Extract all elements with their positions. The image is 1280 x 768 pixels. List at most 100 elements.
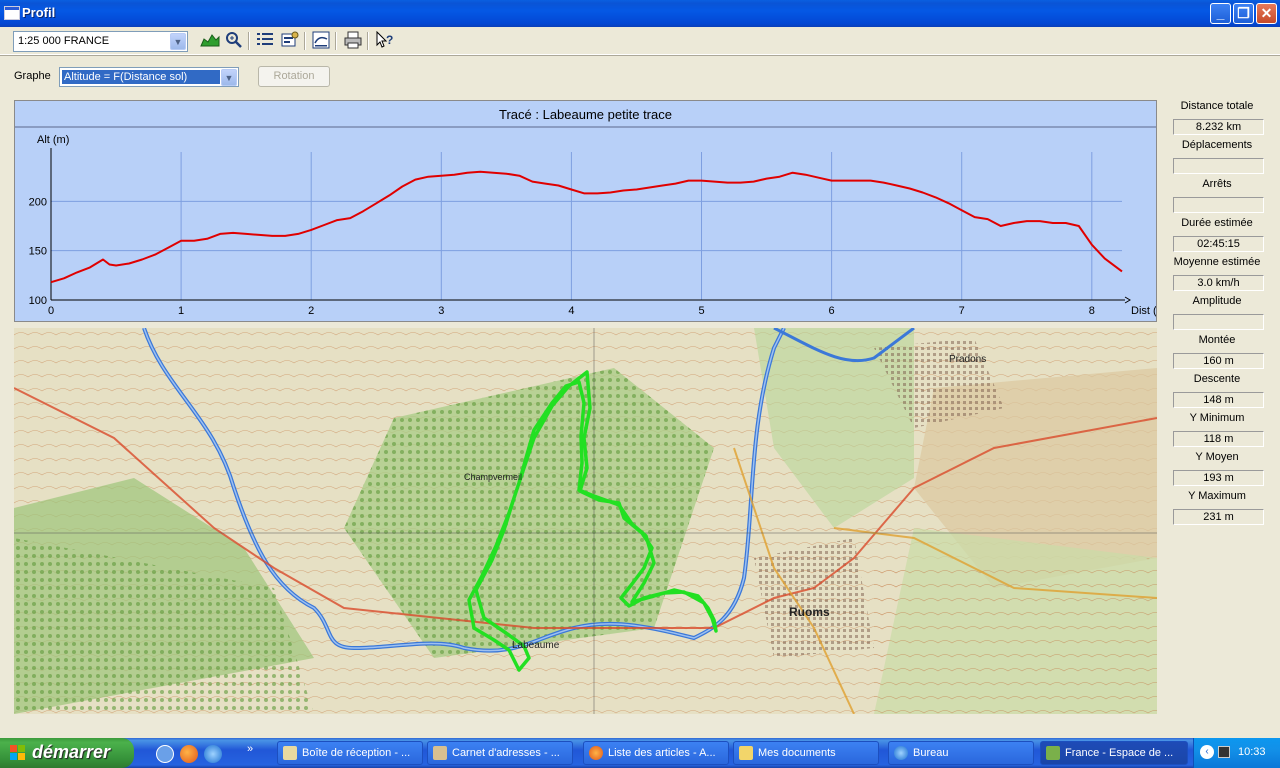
stat-value-montee: 160 m [1173, 353, 1264, 369]
toolbar: 1:25 000 FRANCE ▼ ? [0, 27, 1280, 55]
stat-value-ymax: 231 m [1173, 509, 1264, 525]
folder-icon [739, 746, 753, 760]
firefox-icon[interactable] [180, 745, 198, 763]
x-tick-label: 0 [48, 305, 54, 317]
stat-label-descente: Descente [1193, 373, 1241, 385]
y-tick-label: 200 [29, 196, 47, 208]
map-label-pradons: Pradons [949, 354, 986, 365]
maximize-button[interactable]: ❐ [1233, 3, 1254, 24]
stat-label-distance: Distance totale [1180, 100, 1254, 112]
task-addressbook[interactable]: Carnet d'adresses - ... [427, 741, 573, 765]
stat-value-moyenne: 3.0 km/h [1173, 275, 1264, 291]
toolbar-separator [367, 32, 369, 50]
x-tick-label: 1 [178, 305, 184, 317]
stat-value-ymoyen: 193 m [1173, 470, 1264, 486]
task-label: Boîte de réception - ... [302, 747, 411, 759]
y-tick-label: 100 [29, 295, 47, 307]
window-icon [4, 6, 20, 20]
x-tick-label: 6 [829, 305, 835, 317]
stat-label-moyenne: Moyenne estimée [1173, 256, 1261, 268]
task-label: Mes documents [758, 747, 836, 759]
map-label-labeaume: Labeaume [512, 640, 560, 651]
task-label: Liste des articles - A... [608, 747, 716, 759]
addressbook-icon [433, 746, 447, 760]
windows-flag-icon [10, 745, 25, 760]
x-tick-label: 4 [568, 305, 574, 317]
stat-label-deplacements: Déplacements [1181, 139, 1253, 151]
stat-label-duree: Durée estimée [1181, 217, 1253, 229]
profile-chart-icon[interactable] [199, 31, 221, 51]
map-canvas: Labeaume Ruoms Pradons Champvermeil [14, 328, 1157, 714]
start-label: démarrer [32, 742, 111, 762]
stat-value-descente: 148 m [1173, 392, 1264, 408]
chevron-down-icon[interactable]: ▼ [221, 69, 237, 86]
stat-value-amplitude [1173, 314, 1264, 330]
task-documents[interactable]: Mes documents [733, 741, 879, 765]
profile-chart: Tracé : Labeaume petite trace 0 1 2 3 4 5 6 7 8 1… [14, 100, 1157, 322]
chevron-right-icon[interactable]: » [247, 743, 253, 755]
ie-icon[interactable] [204, 745, 222, 763]
graphe-label: Graphe [14, 70, 51, 82]
stat-label-ymax: Y Maximum [1188, 490, 1246, 502]
task-label: Bureau [913, 747, 949, 759]
print-icon[interactable] [342, 31, 364, 51]
close-button[interactable]: ✕ [1256, 3, 1277, 24]
map-label-ruoms: Ruoms [789, 605, 830, 619]
scale-select[interactable]: 1:25 000 FRANCE ▼ [13, 31, 188, 52]
mail-icon [283, 746, 297, 760]
stat-value-distance: 8.232 km [1173, 119, 1264, 135]
x-axis-arrow [1124, 296, 1131, 304]
graphe-select[interactable]: Altitude = F(Distance sol) ▼ [59, 67, 239, 87]
zoom-icon[interactable] [223, 31, 245, 51]
toolbar-separator [335, 32, 337, 50]
x-tick-label: 3 [438, 305, 444, 317]
stat-label-arrets: Arrêts [1202, 178, 1232, 190]
x-tick-label: 2 [308, 305, 314, 317]
properties-icon[interactable] [279, 31, 301, 51]
task-map-app[interactable]: France - Espace de ... [1040, 741, 1188, 765]
x-tick-label: 5 [698, 305, 704, 317]
toolbar-separator [304, 32, 306, 50]
x-tick-label: 8 [1089, 305, 1095, 317]
tray-app-icon[interactable] [1218, 746, 1230, 758]
graphe-select-value: Altitude = F(Distance sol) [62, 70, 220, 84]
y-axis-label: Alt (m) [37, 134, 69, 146]
firefox-icon [589, 746, 603, 760]
map-app-icon [1046, 746, 1060, 760]
ie-icon [894, 746, 908, 760]
taskbar: démarrer » Boîte de réception - ... Carn… [0, 738, 1280, 768]
chart-plot: 0 1 2 3 4 5 6 7 8 100 150 200 Dist (km) Alt (m) [29, 134, 1156, 317]
scale-select-value: 1:25 000 FRANCE [18, 35, 110, 47]
window-title: Profil [22, 5, 56, 20]
stat-label-ymoyen: Y Moyen [1195, 451, 1239, 463]
task-firefox[interactable]: Liste des articles - A... [583, 741, 729, 765]
stat-label-ymin: Y Minimum [1189, 412, 1245, 424]
stat-value-ymin: 118 m [1173, 431, 1264, 447]
task-bureau[interactable]: Bureau [888, 741, 1034, 765]
x-tick-label: 7 [959, 305, 965, 317]
stat-label-montee: Montée [1198, 334, 1236, 346]
task-label: Carnet d'adresses - ... [452, 747, 560, 759]
export-icon[interactable] [310, 31, 332, 51]
map-label-champvermeil: Champvermeil [464, 472, 522, 482]
start-button[interactable]: démarrer [0, 738, 134, 768]
stat-value-arrets [1173, 197, 1264, 213]
x-axis-label: Dist (km) [1131, 305, 1156, 317]
topo-map[interactable]: Labeaume Ruoms Pradons Champvermeil [14, 328, 1157, 714]
list-icon[interactable] [254, 31, 276, 51]
help-icon[interactable]: ? [374, 30, 396, 51]
task-inbox[interactable]: Boîte de réception - ... [277, 741, 423, 765]
chevron-down-icon[interactable]: ▼ [170, 33, 186, 50]
task-label: France - Espace de ... [1065, 747, 1174, 759]
stat-label-amplitude: Amplitude [1192, 295, 1242, 307]
toolbar-separator [248, 32, 250, 50]
clock: 10:33 [1238, 746, 1266, 758]
chevron-left-icon[interactable]: ‹ [1200, 745, 1214, 759]
minimize-button[interactable]: _ [1210, 3, 1231, 24]
chart-title: Tracé : Labeaume petite trace [15, 101, 1156, 128]
stat-value-duree: 02:45:15 [1173, 236, 1264, 252]
stat-value-deplacements [1173, 158, 1264, 174]
svg-text:?: ? [386, 33, 393, 47]
show-desktop-icon[interactable] [156, 745, 174, 763]
rotation-button[interactable]: Rotation [258, 66, 330, 87]
